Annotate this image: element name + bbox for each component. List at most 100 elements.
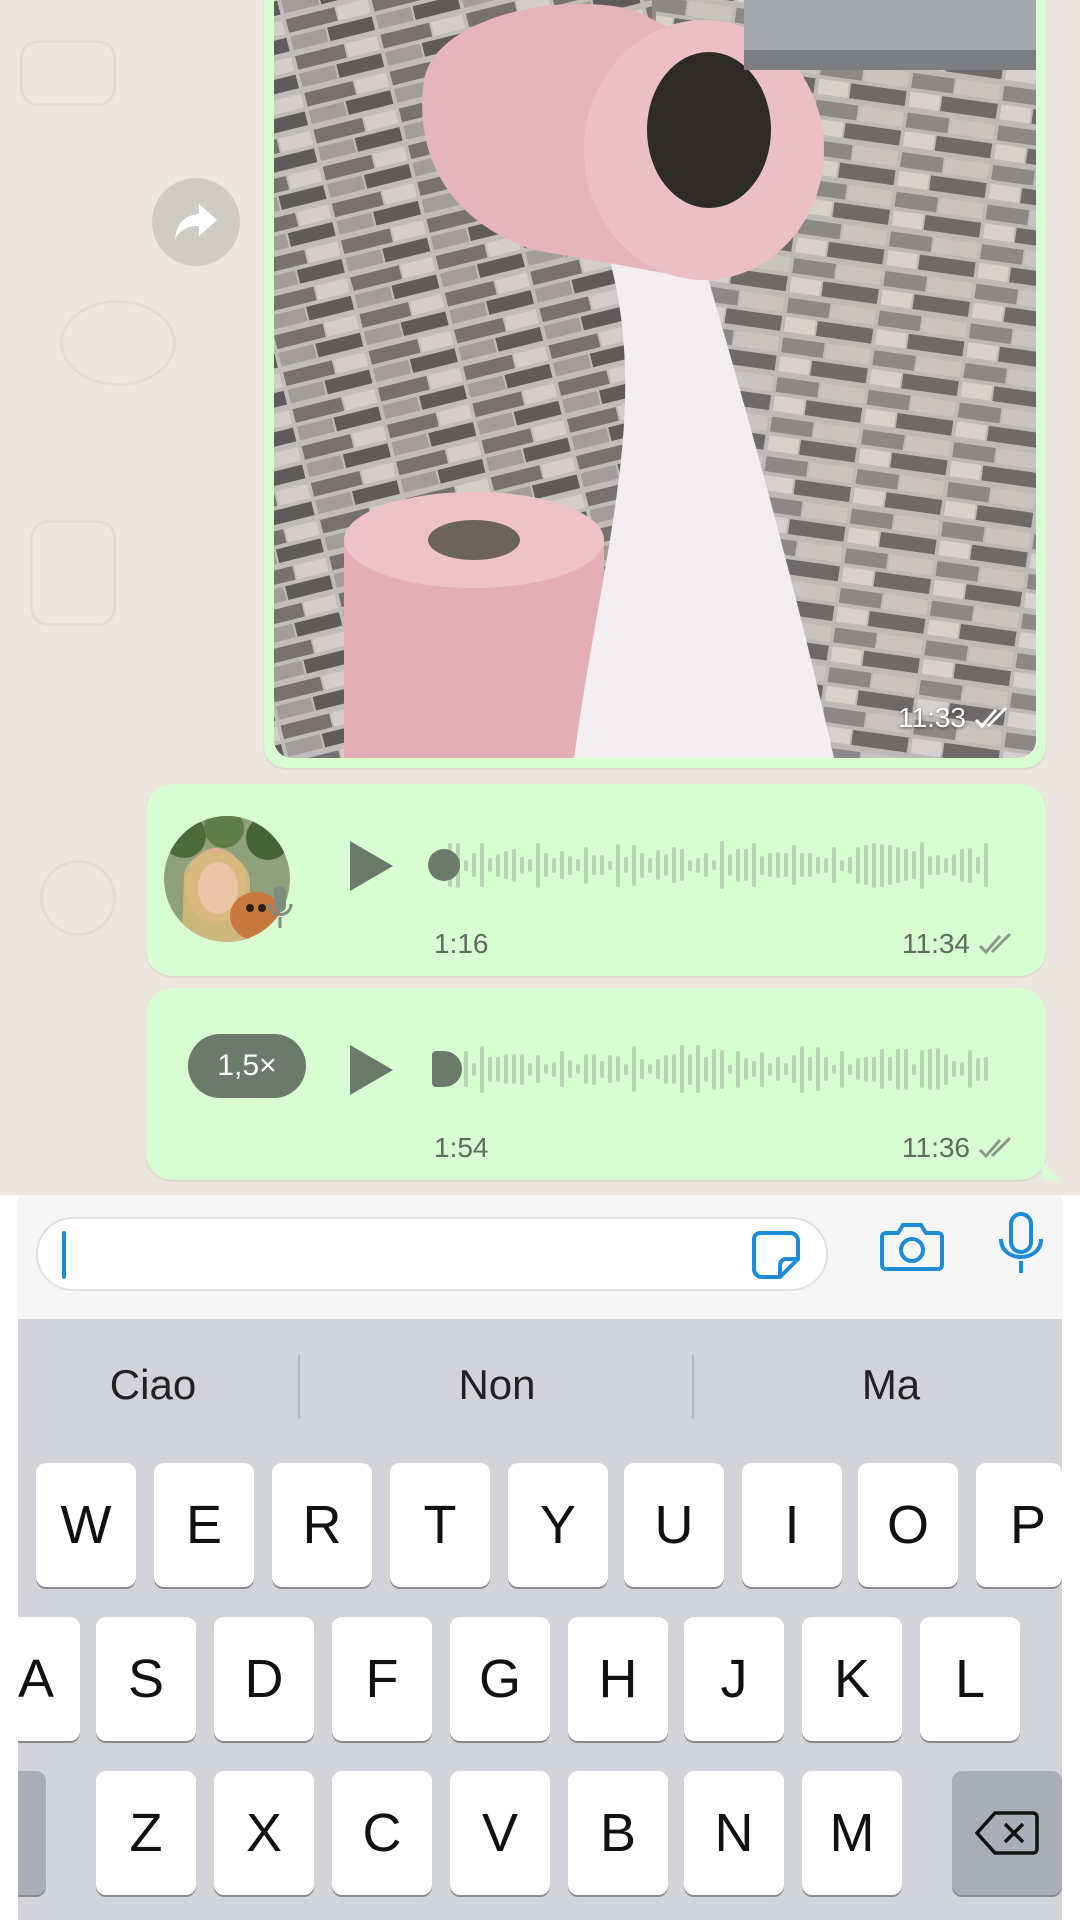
- key-c[interactable]: C: [332, 1771, 432, 1895]
- key-z[interactable]: Z: [96, 1771, 196, 1895]
- waveform-bar: [464, 859, 468, 871]
- wallpaper-doodle: [40, 860, 116, 936]
- waveform-bar: [696, 857, 700, 873]
- waveform-bar: [728, 854, 732, 876]
- key-o[interactable]: O: [858, 1463, 958, 1587]
- key-j[interactable]: J: [684, 1617, 784, 1741]
- waveform-bar: [912, 851, 916, 879]
- waveform-bar: [744, 1058, 748, 1080]
- chat-area[interactable]: 11:33 1:16 11:34 1,5× 1:54 11:36: [0, 0, 1080, 1195]
- waveform-bar: [512, 848, 516, 882]
- camera-icon[interactable]: [880, 1219, 944, 1273]
- waveform-bar: [584, 1054, 588, 1084]
- suggestion-word[interactable]: Non: [312, 1345, 682, 1425]
- key-m[interactable]: M: [802, 1771, 902, 1895]
- waveform-bar: [688, 859, 692, 871]
- sticker-icon[interactable]: [750, 1229, 802, 1281]
- wallpaper-doodle: [20, 40, 116, 106]
- waveform-bar: [592, 855, 596, 875]
- waveform-bar: [832, 847, 836, 883]
- suggestion-word[interactable]: Ma: [706, 1345, 1076, 1425]
- waveform-bar: [976, 856, 980, 874]
- image-message[interactable]: 11:33: [264, 0, 1046, 768]
- waveform-bar: [848, 1063, 852, 1075]
- waveform-bar: [512, 1054, 516, 1084]
- waveform-bar: [800, 853, 804, 877]
- message-photo[interactable]: 11:33: [274, 0, 1036, 758]
- waveform-bar: [560, 851, 564, 879]
- waveform-bar: [768, 853, 772, 877]
- waveform-bar: [896, 1048, 900, 1090]
- waveform-bar: [504, 1054, 508, 1084]
- key-v[interactable]: V: [450, 1771, 550, 1895]
- key-l[interactable]: L: [920, 1617, 1020, 1741]
- screen-edge: [0, 1195, 18, 1920]
- waveform-bar: [496, 1056, 500, 1082]
- read-receipt-icon: [978, 1136, 1012, 1159]
- key-g[interactable]: G: [450, 1617, 550, 1741]
- waveform-bar: [752, 1061, 756, 1077]
- backspace-key[interactable]: [952, 1771, 1062, 1895]
- suggestion-divider: [692, 1355, 694, 1419]
- waveform-bar: [680, 849, 684, 881]
- waveform-bar: [768, 1062, 772, 1076]
- waveform-bar: [560, 1051, 564, 1087]
- play-icon[interactable]: [346, 1042, 396, 1098]
- toilet-paper-photo: [274, 0, 1036, 758]
- waveform-bar: [856, 1058, 860, 1080]
- key-k[interactable]: K: [802, 1617, 902, 1741]
- waveform-bar: [984, 843, 988, 887]
- bubble-tail: [1042, 1162, 1060, 1180]
- image-time-text: 11:33: [898, 702, 966, 733]
- key-h[interactable]: H: [568, 1617, 668, 1741]
- wallpaper-doodle: [30, 520, 116, 626]
- key-p[interactable]: P: [976, 1463, 1062, 1587]
- waveform-bar: [480, 1045, 484, 1093]
- key-t[interactable]: T: [390, 1463, 490, 1587]
- playback-speed-button[interactable]: 1,5×: [188, 1034, 306, 1098]
- key-w[interactable]: W: [36, 1463, 136, 1587]
- key-y[interactable]: Y: [508, 1463, 608, 1587]
- message-input[interactable]: [36, 1217, 828, 1291]
- key-s[interactable]: S: [96, 1617, 196, 1741]
- waveform-bar: [912, 1063, 916, 1075]
- suggestion-word[interactable]: Ciao: [22, 1345, 284, 1425]
- waveform-bar: [904, 1048, 908, 1090]
- key-u[interactable]: U: [624, 1463, 724, 1587]
- key-i[interactable]: I: [742, 1463, 842, 1587]
- waveform-bar: [952, 1061, 956, 1077]
- waveform-bar: [672, 847, 676, 883]
- waveform-bar: [872, 1056, 876, 1082]
- playback-position-handle[interactable]: [432, 1051, 462, 1087]
- waveform-bar: [664, 854, 668, 876]
- key-b[interactable]: B: [568, 1771, 668, 1895]
- waveform-bar: [936, 855, 940, 875]
- waveform-bar: [656, 1059, 660, 1079]
- waveform-bar: [672, 1054, 676, 1084]
- play-icon[interactable]: [346, 838, 396, 894]
- voice-message[interactable]: 1:16 11:34: [146, 784, 1046, 976]
- message-input-bar: [0, 1195, 1080, 1319]
- waveform-bar: [968, 1050, 972, 1088]
- waveform-bar: [584, 846, 588, 884]
- key-d[interactable]: D: [214, 1617, 314, 1741]
- audio-waveform[interactable]: [428, 830, 998, 900]
- playback-position-handle[interactable]: [428, 849, 460, 881]
- key-f[interactable]: F: [332, 1617, 432, 1741]
- forward-button[interactable]: [152, 178, 240, 266]
- waveform-bar: [840, 1050, 844, 1088]
- voice-time-text: 11:34: [902, 928, 970, 959]
- waveform-bar: [480, 843, 484, 887]
- waveform-bar: [464, 1051, 468, 1087]
- key-r[interactable]: R: [272, 1463, 372, 1587]
- key-e[interactable]: E: [154, 1463, 254, 1587]
- waveform-bar: [736, 848, 740, 882]
- waveform-bar: [680, 1045, 684, 1093]
- waveform-bar: [576, 1064, 580, 1074]
- waveform-bar: [864, 845, 868, 885]
- microphone-icon[interactable]: [996, 1211, 1046, 1275]
- key-n[interactable]: N: [684, 1771, 784, 1895]
- voice-message[interactable]: 1,5× 1:54 11:36: [146, 988, 1060, 1180]
- key-x[interactable]: X: [214, 1771, 314, 1895]
- audio-waveform[interactable]: [428, 1034, 998, 1104]
